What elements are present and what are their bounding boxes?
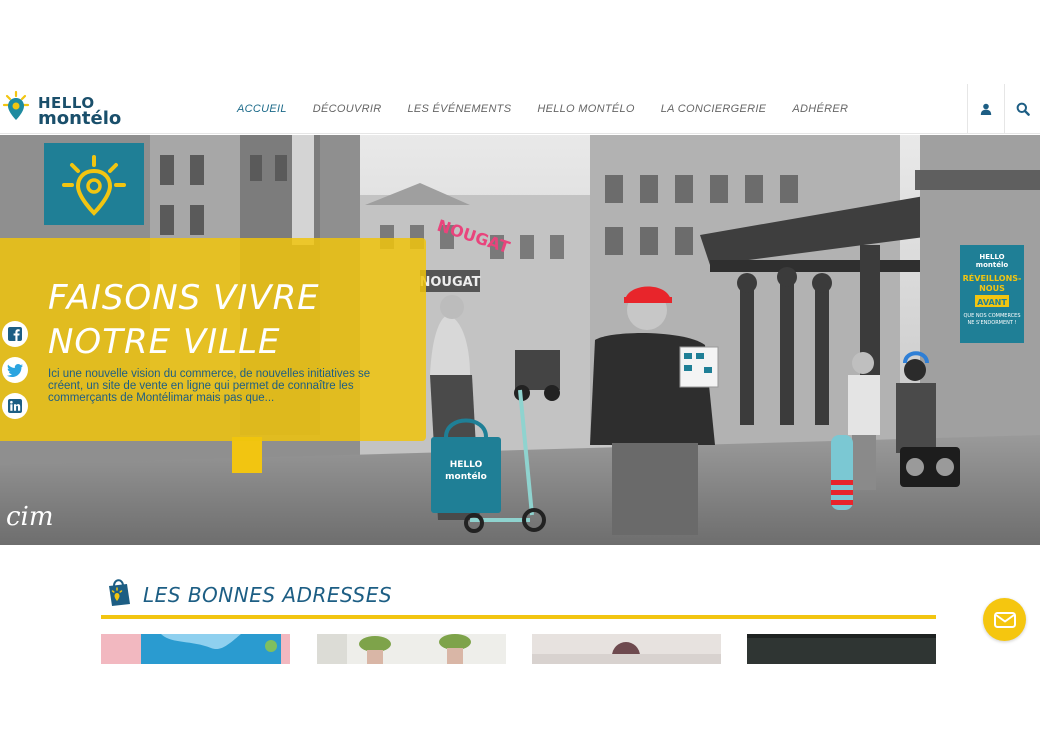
hero-description: Ici une nouvelle vision du commerce, de … — [48, 368, 371, 404]
poster-line2: montélo — [976, 261, 1009, 269]
location-pin-icon — [2, 90, 30, 120]
shop-sign-text: NOUGAT — [419, 275, 480, 290]
card-image — [532, 634, 721, 664]
shopping-bag-icon — [109, 579, 130, 606]
main-nav: ACCUEIL DÉCOUVRIR LES ÉVÉNEMENTS HELLO M… — [224, 84, 861, 134]
poster-line1: HELLO — [979, 253, 1004, 261]
nav-item-accueil[interactable]: ACCUEIL — [237, 103, 287, 115]
card-image — [747, 634, 936, 664]
contact-mail-button[interactable] — [983, 598, 1026, 641]
section-divider — [101, 615, 936, 619]
hero-title-line1: FAISONS VIVRE — [48, 278, 320, 318]
address-card[interactable] — [747, 634, 936, 664]
twitter-share-button[interactable] — [2, 357, 28, 383]
linkedin-share-button[interactable] — [2, 393, 28, 419]
poster-line3: RÉVEILLONS- — [963, 272, 1022, 283]
search-button[interactable] — [1004, 84, 1040, 134]
site-header: HELLO montélo ACCUEIL DÉCOUVRIR LES ÉVÉN… — [0, 84, 1040, 134]
nav-item-hello-montelo[interactable]: HELLO MONTÉLO — [537, 103, 634, 115]
address-card[interactable] — [317, 634, 506, 664]
logo-line2: montélo — [38, 108, 122, 129]
twitter-icon — [7, 363, 23, 377]
nav-item-conciergerie[interactable]: LA CONCIERGERIE — [661, 103, 767, 115]
mail-icon — [993, 611, 1016, 628]
hero-title: FAISONS VIVRE NOTRE VILLE — [48, 276, 320, 364]
nav-item-adherer[interactable]: ADHÉRER — [792, 103, 848, 115]
user-icon — [980, 103, 991, 115]
card-image — [101, 634, 290, 664]
poster-line7: NE S'ENDORMENT ! — [967, 320, 1016, 326]
hero-banner: NOUGAT NOUGAT HELLO montélo HELLO montél… — [0, 135, 1040, 545]
logo[interactable]: HELLO montélo — [2, 88, 142, 132]
address-card[interactable] — [101, 634, 290, 664]
nav-item-decouvrir[interactable]: DÉCOUVRIR — [313, 103, 382, 115]
hero-text-panel: FAISONS VIVRE NOTRE VILLE Ici une nouvel… — [0, 238, 426, 441]
artist-signature: cim — [6, 502, 54, 532]
section-title: LES BONNES ADRESSES — [143, 583, 393, 607]
facebook-share-button[interactable] — [2, 321, 28, 347]
bag-text-line2: montélo — [445, 471, 487, 482]
linkedin-icon — [8, 399, 22, 413]
poster-line6: QUE NOS COMMERCES — [963, 313, 1020, 319]
facebook-icon — [8, 327, 22, 341]
bag-text-line1: HELLO — [450, 460, 483, 470]
card-image — [317, 634, 506, 664]
search-icon — [1016, 102, 1030, 116]
nav-item-evenements[interactable]: LES ÉVÉNEMENTS — [408, 103, 512, 115]
address-card[interactable] — [532, 634, 721, 664]
account-button[interactable] — [967, 84, 1003, 134]
poster-line4: NOUS — [979, 284, 1005, 293]
poster-line5: AVANT — [977, 298, 1007, 307]
hero-title-line2: NOTRE VILLE — [48, 322, 281, 362]
